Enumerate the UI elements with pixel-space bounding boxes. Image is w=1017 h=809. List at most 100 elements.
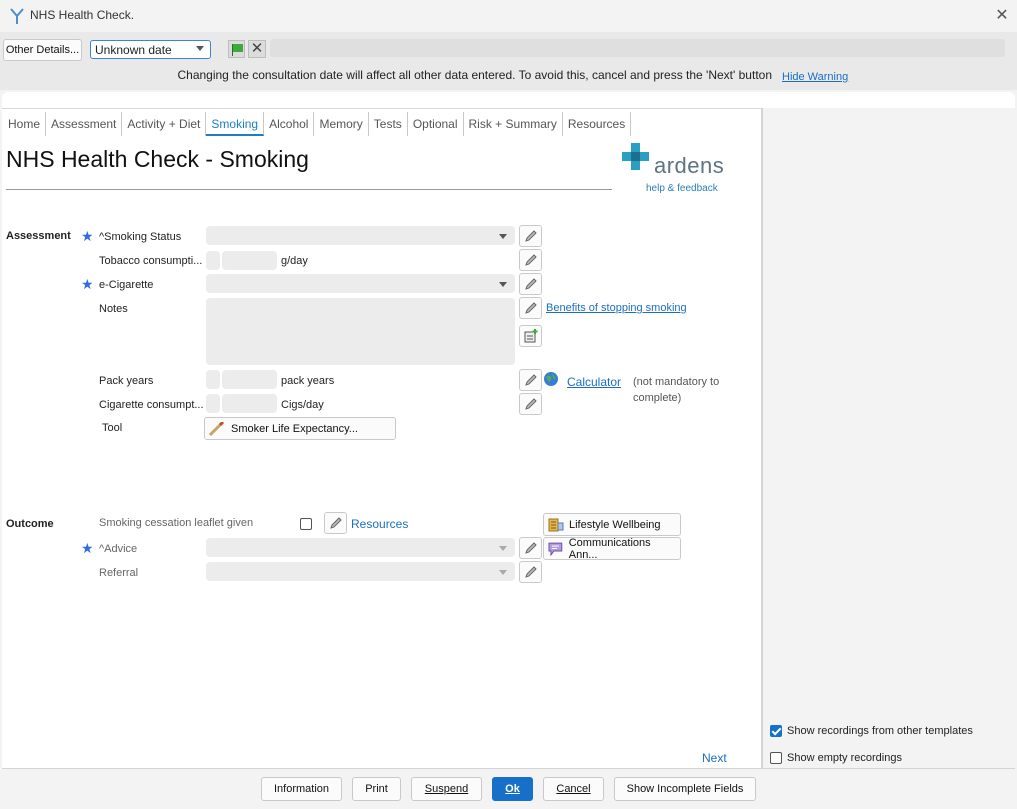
document-list-icon bbox=[548, 518, 564, 531]
edit-e-cigarette-button[interactable] bbox=[519, 273, 542, 295]
ok-button[interactable]: Ok bbox=[492, 777, 533, 801]
calculator-globe-icon[interactable] bbox=[543, 371, 559, 387]
ardens-logo-text: ardens bbox=[654, 153, 725, 178]
add-note-icon bbox=[524, 329, 538, 343]
edit-pack-years-button[interactable] bbox=[519, 369, 542, 391]
cigarette-consumption-label: Cigarette consumpt... bbox=[99, 399, 204, 411]
lifestyle-wellbeing-button[interactable]: Lifestyle Wellbeing bbox=[543, 513, 681, 536]
tobacco-consumption-label: Tobacco consumpti... bbox=[99, 255, 203, 267]
cigarette-qualifier-field[interactable] bbox=[206, 394, 220, 413]
date-warning-text: Changing the consultation date will affe… bbox=[177, 68, 772, 82]
chevron-down-icon bbox=[499, 546, 507, 551]
referral-select[interactable] bbox=[206, 562, 515, 581]
edit-advice-button[interactable] bbox=[519, 537, 542, 559]
page-title: NHS Health Check - Smoking bbox=[6, 146, 309, 172]
tab-assessment[interactable]: Assessment bbox=[46, 112, 123, 136]
show-other-templates-label: Show recordings from other templates bbox=[787, 725, 973, 737]
smoking-status-label: ^Smoking Status bbox=[99, 231, 182, 243]
suspend-button[interactable]: Suspend bbox=[411, 777, 482, 801]
tab-smoking[interactable]: Smoking bbox=[206, 112, 265, 136]
e-cigarette-label: e-Cigarette bbox=[99, 279, 154, 291]
chevron-down-icon bbox=[499, 234, 507, 239]
smoking-status-select[interactable] bbox=[206, 226, 515, 245]
pack-years-unit: pack years bbox=[281, 375, 335, 387]
not-mandatory-note-line2: complete) bbox=[633, 392, 682, 404]
information-button[interactable]: Information bbox=[261, 777, 342, 801]
cigarette-icon bbox=[209, 421, 225, 436]
edit-notes-button[interactable] bbox=[519, 297, 542, 319]
show-incomplete-fields-button[interactable]: Show Incomplete Fields bbox=[614, 777, 756, 801]
cigarette-consumption-input[interactable] bbox=[222, 394, 277, 413]
smoker-life-expectancy-label: Smoker Life Expectancy... bbox=[231, 422, 358, 435]
tab-tests[interactable]: Tests bbox=[369, 112, 408, 136]
benefits-of-stopping-link[interactable]: Benefits of stopping smoking bbox=[546, 302, 687, 314]
required-star-icon: ★ bbox=[81, 540, 94, 556]
show-empty-checkbox[interactable] bbox=[770, 752, 782, 764]
title-divider bbox=[6, 189, 612, 190]
tab-risk-summary[interactable]: Risk + Summary bbox=[464, 112, 563, 136]
consultation-date-select[interactable]: Unknown date bbox=[90, 40, 211, 59]
show-empty-label: Show empty recordings bbox=[787, 752, 902, 764]
pencil-icon bbox=[525, 398, 537, 410]
print-button[interactable]: Print bbox=[352, 777, 401, 801]
edit-smoking-status-button[interactable] bbox=[519, 225, 542, 247]
window-title: NHS Health Check. bbox=[30, 8, 135, 22]
show-other-templates-checkbox[interactable] bbox=[770, 725, 782, 737]
close-icon[interactable]: ✕ bbox=[992, 5, 1012, 25]
resources-link[interactable]: Resources bbox=[351, 517, 408, 531]
cigarette-unit: Cigs/day bbox=[281, 399, 324, 411]
pencil-icon bbox=[525, 230, 537, 242]
pencil-icon bbox=[525, 542, 537, 554]
edit-leaflet-button[interactable] bbox=[324, 512, 347, 534]
tab-activity-diet[interactable]: Activity + Diet bbox=[122, 112, 207, 136]
tobacco-consumption-input[interactable] bbox=[222, 251, 277, 270]
pack-years-input[interactable] bbox=[222, 370, 277, 389]
flag-button[interactable] bbox=[228, 40, 245, 58]
tab-optional[interactable]: Optional bbox=[408, 112, 464, 136]
calculator-link[interactable]: Calculator bbox=[567, 375, 621, 389]
next-link[interactable]: Next bbox=[702, 751, 727, 765]
pack-years-qualifier-field[interactable] bbox=[206, 370, 220, 389]
flag-icon-fill bbox=[233, 44, 243, 52]
notes-label: Notes bbox=[99, 303, 128, 315]
tab-resources[interactable]: Resources bbox=[563, 112, 632, 136]
communications-button[interactable]: Communications Ann... bbox=[543, 537, 681, 561]
required-star-icon: ★ bbox=[81, 276, 94, 292]
tab-alcohol[interactable]: Alcohol bbox=[264, 112, 315, 136]
pencil-icon bbox=[330, 517, 342, 529]
hide-warning-link[interactable]: Hide Warning bbox=[782, 71, 848, 83]
pencil-icon bbox=[525, 566, 537, 578]
referral-label: Referral bbox=[99, 567, 139, 579]
advice-label: ^Advice bbox=[99, 543, 138, 555]
tab-memory[interactable]: Memory bbox=[314, 112, 369, 136]
notes-textarea[interactable] bbox=[206, 298, 515, 365]
tobacco-unit: g/day bbox=[281, 255, 308, 267]
clear-date-button[interactable]: ✕ bbox=[248, 40, 266, 58]
e-cigarette-select[interactable] bbox=[206, 274, 515, 293]
cancel-button[interactable]: Cancel bbox=[543, 777, 604, 801]
outcome-section-label: Outcome bbox=[6, 518, 54, 530]
advice-select[interactable] bbox=[206, 538, 515, 557]
edit-cigarette-button[interactable] bbox=[519, 393, 542, 415]
assessment-section-label: Assessment bbox=[6, 230, 71, 242]
edit-tobacco-button[interactable] bbox=[519, 249, 542, 271]
cancel-label: Cancel bbox=[556, 783, 591, 795]
help-feedback-link[interactable]: help & feedback bbox=[646, 183, 718, 194]
pencil-icon bbox=[525, 278, 537, 290]
leaflet-checkbox[interactable] bbox=[300, 518, 312, 530]
other-details-button[interactable]: Other Details... bbox=[3, 39, 82, 61]
smoker-life-expectancy-button[interactable]: Smoker Life Expectancy... bbox=[204, 417, 396, 440]
pencil-icon bbox=[525, 254, 537, 266]
ardens-logo-icon[interactable] bbox=[622, 143, 650, 171]
leaflet-label: Smoking cessation leaflet given bbox=[99, 517, 254, 529]
chevron-down-icon bbox=[196, 46, 204, 51]
speech-bubble-icon bbox=[548, 542, 563, 556]
tobacco-qualifier-field[interactable] bbox=[206, 251, 220, 270]
tab-home[interactable]: Home bbox=[3, 112, 47, 136]
edit-referral-button[interactable] bbox=[519, 561, 542, 583]
right-panel bbox=[762, 108, 1015, 768]
required-star-icon: ★ bbox=[81, 228, 94, 244]
add-note-button[interactable] bbox=[519, 325, 542, 347]
not-mandatory-note-line1: (not mandatory to bbox=[633, 376, 720, 388]
app-logo-icon bbox=[9, 7, 25, 25]
